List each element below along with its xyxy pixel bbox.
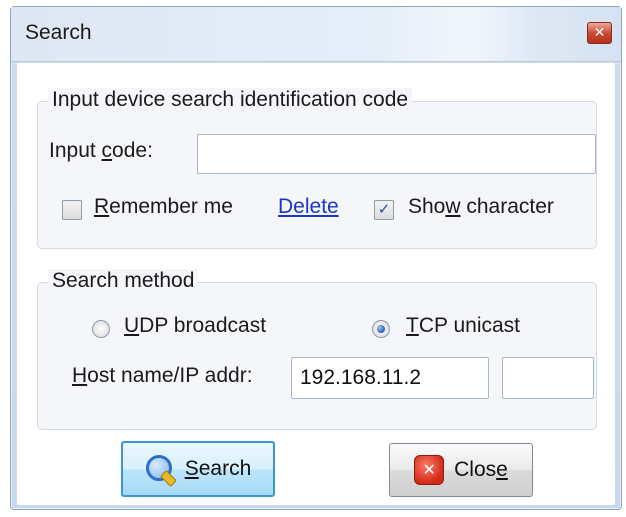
remember-me-checkbox[interactable] bbox=[62, 200, 82, 220]
search-method-group: Search method UDP broadcast TCP unicast … bbox=[37, 269, 597, 430]
remember-me-label[interactable]: Remember me bbox=[94, 195, 233, 219]
search-method-legend: Search method bbox=[48, 269, 199, 293]
dialog-client-area: Input device search identification code … bbox=[17, 63, 615, 505]
tcp-unicast-radio[interactable] bbox=[372, 320, 390, 338]
show-character-label[interactable]: Show character bbox=[408, 195, 554, 219]
code-group-legend: Input device search identification code bbox=[48, 88, 413, 112]
search-button-label: Search bbox=[184, 457, 252, 480]
host-ip-field[interactable] bbox=[291, 357, 489, 399]
search-dialog: Search ✕ Input device search identificat… bbox=[10, 6, 622, 510]
delete-link[interactable]: Delete bbox=[278, 195, 339, 219]
close-x-icon: ✕ bbox=[414, 455, 445, 485]
show-character-checkbox[interactable]: ✓ bbox=[374, 200, 394, 220]
window-title: Search bbox=[25, 21, 92, 44]
host-ip-label: Host name/IP addr: bbox=[72, 364, 253, 387]
window-close-button[interactable]: ✕ bbox=[587, 22, 612, 44]
title-bar[interactable]: Search ✕ bbox=[11, 7, 621, 62]
input-code-field[interactable] bbox=[197, 134, 596, 174]
search-button[interactable]: Search bbox=[121, 441, 275, 497]
udp-broadcast-label[interactable]: UDP broadcast bbox=[124, 314, 266, 338]
tcp-unicast-label[interactable]: TCP unicast bbox=[406, 314, 520, 338]
close-button[interactable]: ✕ Close bbox=[389, 443, 533, 497]
close-button-label: Close bbox=[454, 458, 508, 481]
code-group: Input device search identification code … bbox=[37, 88, 597, 249]
udp-broadcast-radio[interactable] bbox=[92, 320, 110, 338]
magnifier-icon bbox=[145, 454, 177, 487]
close-icon: ✕ bbox=[593, 24, 606, 40]
port-field[interactable] bbox=[502, 357, 594, 399]
input-code-label: Input code: bbox=[49, 139, 153, 162]
